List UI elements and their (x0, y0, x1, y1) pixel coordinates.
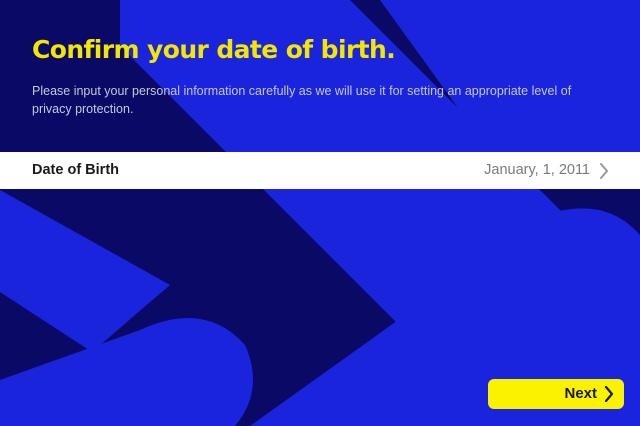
chevron-right-icon (604, 386, 614, 402)
date-of-birth-value: January, 1, 2011 (484, 162, 590, 178)
next-button[interactable]: Next (488, 379, 624, 409)
chevron-right-icon (600, 163, 608, 179)
next-button-label: Next (564, 385, 597, 402)
date-of-birth-label: Date of Birth (32, 162, 119, 178)
privacy-description: Please input your personal information c… (32, 84, 572, 116)
date-of-birth-row[interactable]: Date of Birth January, 1, 2011 (0, 152, 640, 189)
page-title: Confirm your date of birth. (32, 35, 396, 64)
